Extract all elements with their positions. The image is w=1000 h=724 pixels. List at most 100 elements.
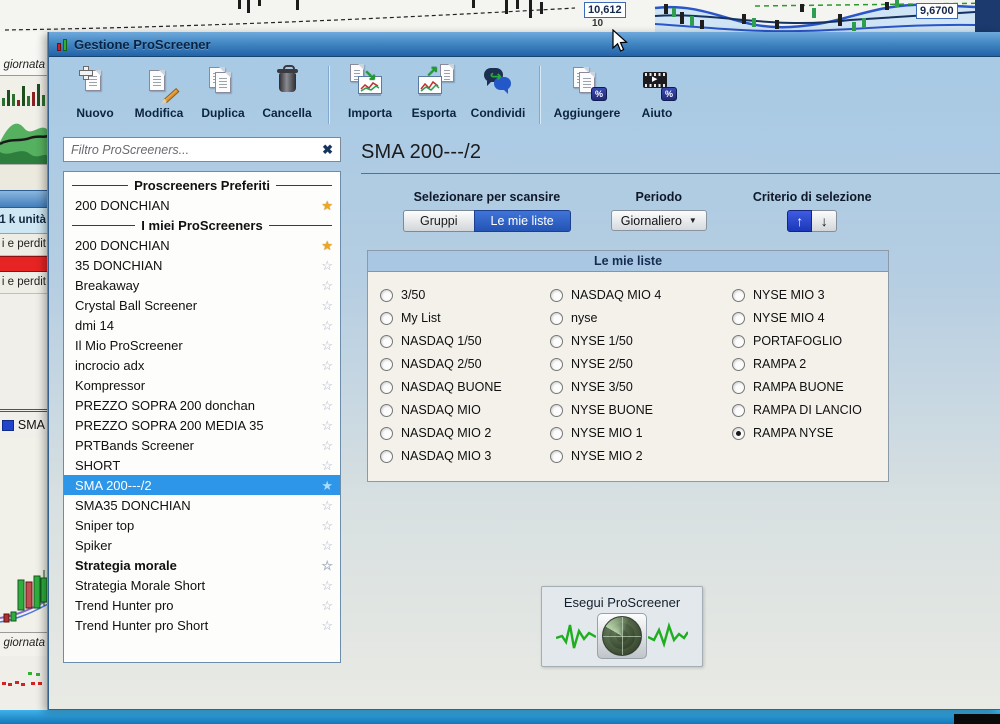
list-item[interactable]: Trend Hunter pro Short	[64, 615, 340, 635]
condividi-button[interactable]: ↪ Condividi	[466, 64, 530, 120]
favorite-star-icon[interactable]	[321, 299, 333, 312]
list-option[interactable]: NYSE 1/50	[550, 331, 732, 351]
list-item[interactable]: SMA35 DONCHIAN	[64, 495, 340, 515]
background-pnl-label: i e perdit	[1, 238, 46, 250]
list-item[interactable]: incrocio adx	[64, 355, 340, 375]
list-item[interactable]: PREZZO SOPRA 200 MEDIA 35	[64, 415, 340, 435]
list-option[interactable]: NASDAQ BUONE	[380, 377, 550, 397]
list-option[interactable]: NASDAQ MIO 4	[550, 285, 732, 305]
period-dropdown[interactable]: Giornaliero ▼	[610, 210, 707, 231]
period-value: Giornaliero	[620, 213, 682, 228]
list-item[interactable]: 200 DONCHIAN	[64, 235, 340, 255]
favorite-star-icon[interactable]	[321, 479, 333, 492]
list-option[interactable]: NASDAQ MIO 3	[380, 446, 550, 466]
list-option[interactable]: NASDAQ MIO	[380, 400, 550, 420]
favorite-star-icon[interactable]	[321, 259, 333, 272]
list-option[interactable]: NYSE 3/50	[550, 377, 732, 397]
duplica-button[interactable]: Duplica	[191, 64, 255, 120]
list-option[interactable]: NASDAQ 1/50	[380, 331, 550, 351]
tab-le-mie-liste[interactable]: Le mie liste	[473, 210, 571, 232]
favorite-star-icon[interactable]	[321, 559, 333, 572]
radio-icon	[380, 357, 393, 371]
esegui-proscreener-button[interactable]: Esegui ProScreener	[541, 586, 703, 667]
list-item[interactable]: Trend Hunter pro	[64, 595, 340, 615]
favorite-star-icon[interactable]	[321, 459, 333, 472]
list-option[interactable]: NASDAQ 2/50	[380, 354, 550, 374]
favorite-star-icon[interactable]	[321, 359, 333, 372]
favorite-star-icon[interactable]	[321, 379, 333, 392]
sort-criteria-group: Criterio di selezione ↑ ↓	[753, 190, 872, 232]
background-panel-corner	[975, 0, 1000, 32]
list-item[interactable]: Sniper top	[64, 515, 340, 535]
list-option[interactable]: NYSE MIO 1	[550, 423, 732, 443]
list-item[interactable]: SHORT	[64, 455, 340, 475]
list-option[interactable]: PORTAFOGLIO	[732, 331, 882, 351]
clear-filter-icon[interactable]: ✖	[322, 143, 333, 156]
filter-input[interactable]	[71, 142, 319, 157]
list-item-selected[interactable]: SMA 200---/2	[64, 475, 340, 495]
window-titlebar[interactable]: Gestione ProScreener	[49, 32, 1000, 57]
list-option[interactable]: nyse	[550, 308, 732, 328]
export-icon: ↗	[412, 63, 456, 102]
aiuto-button[interactable]: ▶ Aiuto	[625, 64, 689, 120]
list-option[interactable]: NYSE MIO 4	[732, 308, 882, 328]
favorite-star-icon[interactable]	[321, 399, 333, 412]
importa-button[interactable]: ↘ Importa	[338, 64, 402, 120]
favorite-star-icon[interactable]	[321, 239, 333, 252]
aggiungere-button[interactable]: Aggiungere	[549, 64, 625, 120]
sort-descending-button[interactable]: ↓	[812, 210, 838, 232]
radio-icon	[380, 288, 393, 302]
sort-direction-buttons: ↑ ↓	[787, 210, 838, 232]
list-item[interactable]: 200 DONCHIAN	[64, 195, 340, 215]
tab-gruppi[interactable]: Gruppi	[403, 210, 474, 232]
background-volume-histogram	[0, 76, 47, 108]
favorite-star-icon[interactable]	[321, 319, 333, 332]
list-item[interactable]: PRTBands Screener	[64, 435, 340, 455]
esporta-button[interactable]: ↗ Esporta	[402, 63, 466, 120]
favorite-star-icon[interactable]	[321, 439, 333, 452]
favorite-star-icon[interactable]	[321, 279, 333, 292]
list-item[interactable]: Breakaway	[64, 275, 340, 295]
favorite-star-icon[interactable]	[321, 599, 333, 612]
list-item[interactable]: Strategia morale	[64, 555, 340, 575]
list-option[interactable]: RAMPA BUONE	[732, 377, 882, 397]
favorite-star-icon[interactable]	[321, 619, 333, 632]
screener-detail-pane: SMA 200---/2 Selezionare per scansire Gr…	[349, 131, 1000, 709]
list-item[interactable]: Kompressor	[64, 375, 340, 395]
list-option[interactable]: RAMPA DI LANCIO	[732, 400, 882, 420]
radio-icon	[732, 311, 745, 325]
list-option[interactable]: NYSE 2/50	[550, 354, 732, 374]
favorite-star-icon[interactable]	[321, 199, 333, 212]
scan-target-label: Selezionare per scansire	[413, 190, 561, 204]
radio-icon	[380, 311, 393, 325]
list-option[interactable]: NASDAQ MIO 2	[380, 423, 550, 443]
list-item[interactable]: 35 DONCHIAN	[64, 255, 340, 275]
nuovo-button[interactable]: Nuovo	[63, 64, 127, 120]
radio-icon	[732, 403, 745, 417]
list-option[interactable]: NYSE BUONE	[550, 400, 732, 420]
radio-icon	[550, 380, 563, 394]
favorite-star-icon[interactable]	[321, 539, 333, 552]
list-item[interactable]: PREZZO SOPRA 200 donchan	[64, 395, 340, 415]
list-option[interactable]: NYSE MIO 3	[732, 285, 882, 305]
list-option-selected[interactable]: RAMPA NYSE	[732, 423, 882, 443]
my-lists-panel-title: Le mie liste	[368, 251, 888, 272]
cancella-button[interactable]: Cancella	[255, 64, 319, 120]
list-item[interactable]: Crystal Ball Screener	[64, 295, 340, 315]
proscreener-manager-window: Gestione ProScreener Nuovo Modifica Dupl…	[48, 32, 1000, 710]
list-option[interactable]: 3/50	[380, 285, 550, 305]
list-option[interactable]: My List	[380, 308, 550, 328]
list-option[interactable]: RAMPA 2	[732, 354, 882, 374]
list-item[interactable]: Strategia Morale Short	[64, 575, 340, 595]
favorite-star-icon[interactable]	[321, 339, 333, 352]
list-item[interactable]: dmi 14	[64, 315, 340, 335]
modifica-button[interactable]: Modifica	[127, 64, 191, 120]
favorite-star-icon[interactable]	[321, 579, 333, 592]
favorite-star-icon[interactable]	[321, 519, 333, 532]
sort-ascending-button[interactable]: ↑	[787, 210, 813, 232]
favorite-star-icon[interactable]	[321, 499, 333, 512]
list-item[interactable]: Il Mio ProScreener	[64, 335, 340, 355]
list-item[interactable]: Spiker	[64, 535, 340, 555]
favorite-star-icon[interactable]	[321, 419, 333, 432]
list-option[interactable]: NYSE MIO 2	[550, 446, 732, 466]
